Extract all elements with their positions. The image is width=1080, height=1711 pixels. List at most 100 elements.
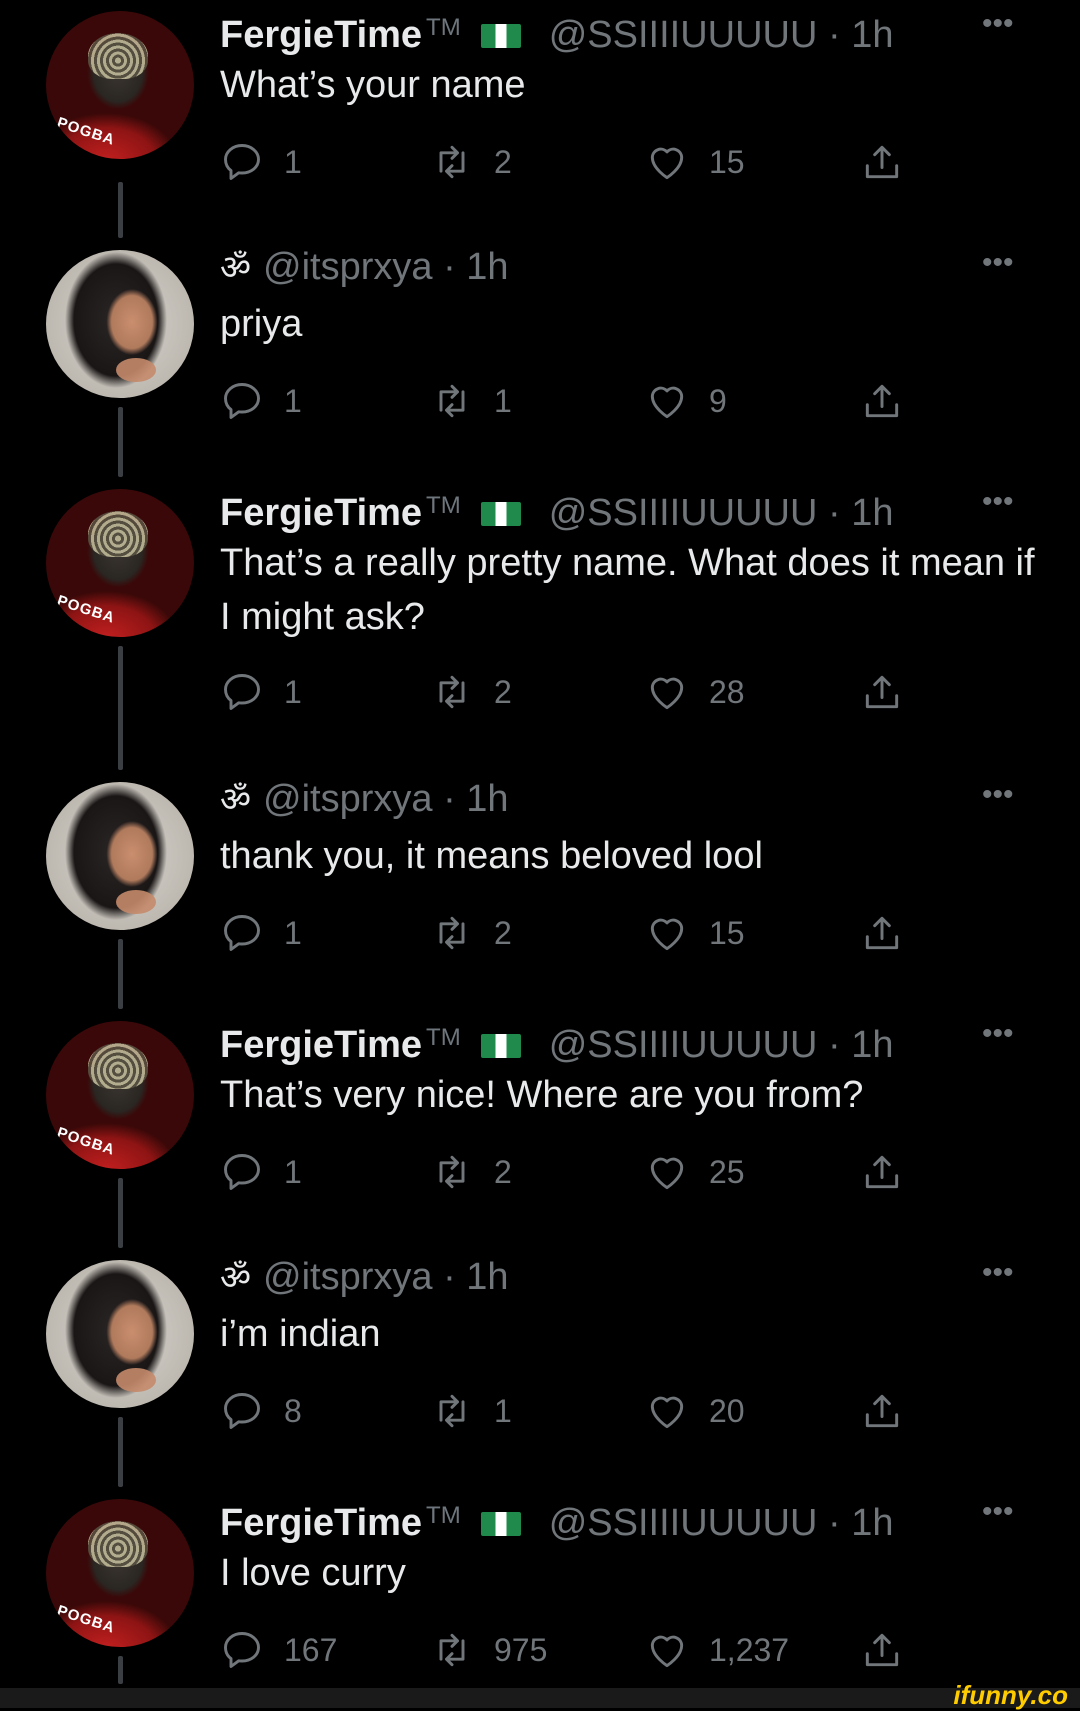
more-options-icon[interactable]: ••• <box>982 248 1022 278</box>
avatar[interactable]: POGBA <box>46 11 194 159</box>
jersey-text: POGBA <box>54 1602 118 1637</box>
share-button[interactable] <box>860 138 924 186</box>
retweet-button[interactable]: 2 <box>430 1148 512 1196</box>
share-button[interactable] <box>860 909 924 957</box>
retweet-button[interactable]: 2 <box>430 909 512 957</box>
reply-button[interactable]: 1 <box>220 138 302 186</box>
jersey-text: POGBA <box>54 592 118 627</box>
thread-connector-line <box>118 1178 123 1248</box>
avatar-hair <box>88 1043 148 1089</box>
tweet[interactable]: ॐ @itsprxya · 1h ••• i’m indian 8 1 20 <box>0 1249 1080 1488</box>
tweet-actions: 1 2 15 <box>220 138 920 186</box>
nigeria-flag-icon <box>480 502 521 526</box>
user-handle[interactable]: @itsprxya <box>263 1256 433 1298</box>
tweet-header: ॐ @itsprxya · 1h <box>220 773 1030 825</box>
like-button[interactable]: 20 <box>645 1387 745 1435</box>
reply-button[interactable]: 1 <box>220 668 302 716</box>
more-options-icon[interactable]: ••• <box>982 1019 1022 1049</box>
tweet[interactable]: POGBA FergieTime TM @SSIIIIUUUUU · 1h ••• … <box>0 1488 1080 1688</box>
timestamp[interactable]: · 1h <box>443 1256 508 1298</box>
share-button[interactable] <box>860 1148 924 1196</box>
reply-count: 1 <box>284 674 302 710</box>
like-button[interactable]: 28 <box>645 668 745 716</box>
share-button[interactable] <box>860 1626 924 1674</box>
jersey-text: POGBA <box>54 1124 118 1159</box>
retweet-button[interactable]: 2 <box>430 138 512 186</box>
user-handle[interactable]: @SSIIIIUUUUU <box>549 1502 818 1544</box>
reply-button[interactable]: 167 <box>220 1626 337 1674</box>
more-options-icon[interactable]: ••• <box>982 1258 1022 1288</box>
reply-button[interactable]: 1 <box>220 909 302 957</box>
more-options-icon[interactable]: ••• <box>982 9 1022 39</box>
retweet-icon <box>439 916 465 950</box>
user-handle[interactable]: @SSIIIIUUUUU <box>549 1024 818 1066</box>
tweet-actions: 1 2 28 <box>220 668 920 716</box>
display-name[interactable]: FergieTime <box>220 14 422 56</box>
reply-button[interactable]: 8 <box>220 1387 302 1435</box>
thread-connector-line <box>118 646 123 770</box>
avatar[interactable] <box>46 782 194 930</box>
tweet-header: ॐ @itsprxya · 1h <box>220 241 1030 293</box>
om-symbol: ॐ <box>220 249 252 287</box>
avatar[interactable]: POGBA <box>46 489 194 637</box>
avatar[interactable]: POGBA <box>46 1499 194 1647</box>
retweet-button[interactable]: 975 <box>430 1626 547 1674</box>
share-icon <box>865 1155 899 1189</box>
retweet-icon <box>439 145 465 179</box>
avatar[interactable] <box>46 1260 194 1408</box>
tweet-text: priya <box>220 303 303 345</box>
like-button[interactable]: 15 <box>645 909 745 957</box>
display-name[interactable]: FergieTime <box>220 1024 422 1066</box>
like-button[interactable]: 1,237 <box>645 1626 789 1674</box>
user-handle[interactable]: @itsprxya <box>263 778 433 820</box>
tweet[interactable]: POGBA FergieTime TM @SSIIIIUUUUU · 1h ••• … <box>0 478 1080 771</box>
display-name[interactable]: FergieTime <box>220 1502 422 1544</box>
more-options-icon[interactable]: ••• <box>982 1497 1022 1527</box>
like-button[interactable]: 9 <box>645 377 727 425</box>
display-name[interactable]: FergieTime <box>220 492 422 534</box>
tweet[interactable]: ॐ @itsprxya · 1h ••• thank you, it means … <box>0 771 1080 1010</box>
avatar[interactable] <box>46 250 194 398</box>
heart-icon <box>650 677 684 710</box>
timestamp[interactable]: · 1h <box>828 1024 893 1066</box>
reply-button[interactable]: 1 <box>220 1148 302 1196</box>
reply-count: 1 <box>284 1154 302 1190</box>
user-handle[interactable]: @SSIIIIUUUUU <box>549 14 818 56</box>
timestamp[interactable]: · 1h <box>443 246 508 288</box>
avatar[interactable]: POGBA <box>46 1021 194 1169</box>
timestamp[interactable]: · 1h <box>828 1502 893 1544</box>
share-button[interactable] <box>860 377 924 425</box>
tweet-actions: 1 1 9 <box>220 377 920 425</box>
tweet[interactable]: POGBA FergieTime TM @SSIIIIUUUUU · 1h ••• … <box>0 1010 1080 1249</box>
reply-icon <box>224 915 260 951</box>
timestamp[interactable]: · 1h <box>828 492 893 534</box>
tweet[interactable]: ॐ @itsprxya · 1h ••• priya 1 1 9 <box>0 239 1080 478</box>
retweet-icon <box>439 1155 465 1189</box>
share-button[interactable] <box>860 668 924 716</box>
user-handle[interactable]: @itsprxya <box>263 246 433 288</box>
like-button[interactable]: 15 <box>645 138 745 186</box>
tweet-actions: 167 975 1,237 <box>220 1626 920 1674</box>
tweet-header: FergieTime TM @SSIIIIUUUUU · 1h <box>220 1490 1030 1544</box>
thread-connector-line <box>118 1656 123 1684</box>
reply-button[interactable]: 1 <box>220 377 302 425</box>
like-count: 20 <box>709 1393 745 1429</box>
retweet-icon <box>439 1394 465 1428</box>
retweet-button[interactable]: 2 <box>430 668 512 716</box>
jersey-text: POGBA <box>54 114 118 149</box>
heart-icon <box>650 147 684 180</box>
retweet-button[interactable]: 1 <box>430 377 512 425</box>
timestamp[interactable]: · 1h <box>828 14 893 56</box>
retweet-icon <box>439 675 465 709</box>
reply-icon <box>224 1154 260 1190</box>
retweet-button[interactable]: 1 <box>430 1387 512 1435</box>
tweet[interactable]: POGBA FergieTime TM @SSIIIIUUUUU · 1h ••• … <box>0 0 1080 239</box>
reply-count: 1 <box>284 383 302 419</box>
share-button[interactable] <box>860 1387 924 1435</box>
more-options-icon[interactable]: ••• <box>982 487 1022 517</box>
user-handle[interactable]: @SSIIIIUUUUU <box>549 492 818 534</box>
timestamp[interactable]: · 1h <box>443 778 508 820</box>
like-button[interactable]: 25 <box>645 1148 745 1196</box>
thread-connector-line <box>118 939 123 1009</box>
more-options-icon[interactable]: ••• <box>982 780 1022 810</box>
